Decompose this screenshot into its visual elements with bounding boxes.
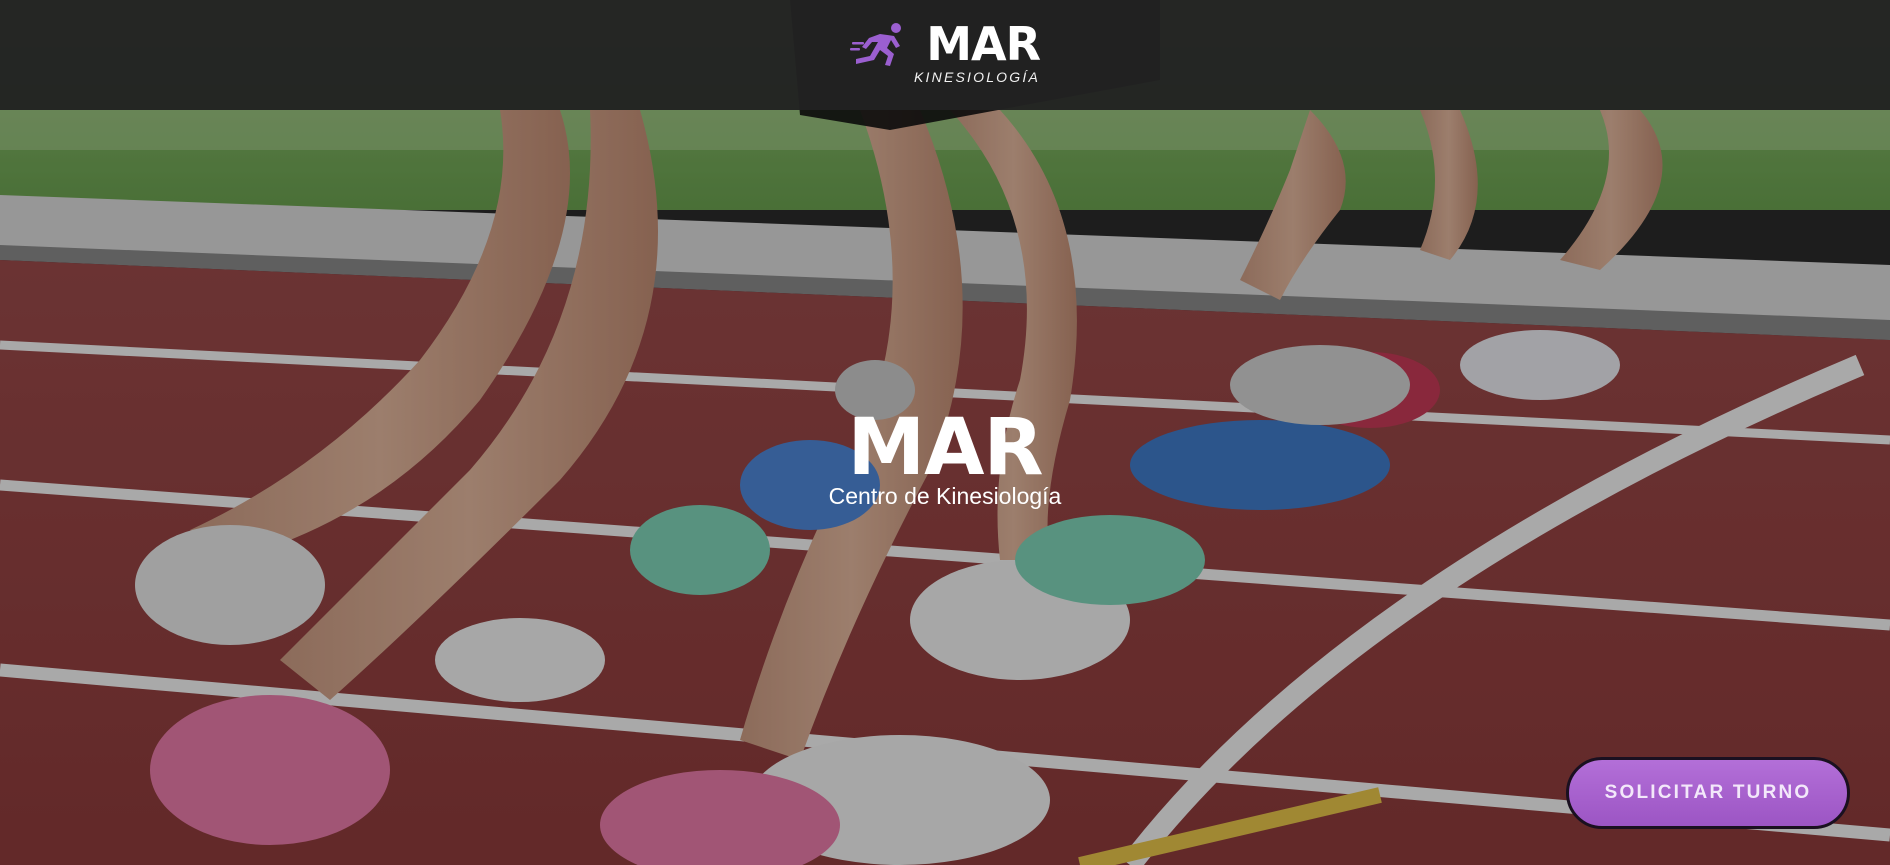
hero-subtitle: Centro de Kinesiología (828, 483, 1062, 509)
logo-subtitle: KINESIOLOGÍA (914, 69, 1040, 85)
logo-text: MAR KINESIOLOGÍA (914, 17, 1041, 85)
hero-title: MAR (847, 403, 1043, 493)
runner-icon (850, 23, 901, 66)
hero-section: MAR KINESIOLOGÍA MAR Centro de Kinesiolo… (0, 0, 1890, 865)
logo-wordmark: MAR (926, 17, 1041, 71)
logo-link[interactable]: MAR KINESIOLOGÍA (850, 17, 1041, 90)
request-appointment-button[interactable]: SOLICITAR TURNO (1566, 757, 1850, 829)
top-header: MAR KINESIOLOGÍA (0, 0, 1890, 110)
